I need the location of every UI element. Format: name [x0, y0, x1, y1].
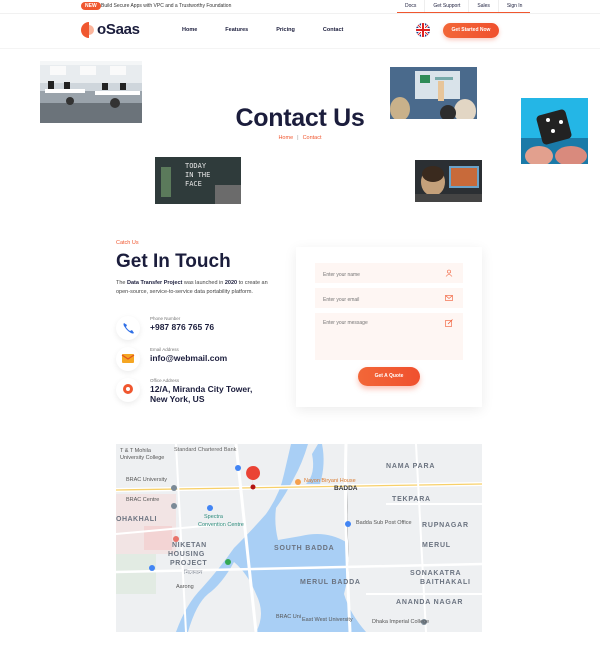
message-input[interactable]: [315, 313, 463, 360]
announcement-text[interactable]: Build Secure Apps with VPC and a Trustwo…: [101, 2, 231, 10]
email-info: Email Address info@webmail.com: [116, 347, 286, 375]
uk-flag-icon[interactable]: [416, 23, 430, 37]
breadcrumb-separator: |: [297, 135, 299, 141]
map-label-mohila: T & T Mohila: [120, 448, 151, 454]
map-label-housing: HOUSING: [168, 551, 205, 558]
map-label-convention: Convention Centre: [198, 522, 244, 528]
map-label-merul: MERUL: [422, 542, 451, 549]
office-info: Office Address 12/A, Miranda City Tower,…: [116, 378, 286, 412]
phone-value[interactable]: +987 876 765 76: [150, 322, 214, 332]
phone-info: Phone Number +987 876 765 76: [116, 316, 286, 344]
get-quote-button[interactable]: Get A Quote: [358, 367, 420, 386]
map-label-merul-badda: MERUL BADDA: [300, 579, 361, 586]
section-intro: The Data Transfer Project was launched i…: [116, 279, 281, 297]
breadcrumb-home[interactable]: Home: [278, 135, 293, 141]
map-label-niketan-bn: নিকেতন: [184, 570, 203, 576]
office-label: Office Address: [150, 378, 180, 383]
nav-features[interactable]: Features: [225, 27, 248, 33]
map-label-brac-university: BRAC University: [126, 477, 167, 483]
intro-strong-2: 2020: [224, 280, 238, 286]
breadcrumb-current: Contact: [302, 135, 322, 141]
svg-text:IN THE: IN THE: [185, 171, 210, 179]
new-badge: NEW: [81, 2, 101, 10]
email-field-wrap: [315, 288, 463, 310]
location-map[interactable]: T & T Mohila University College Standard…: [116, 444, 482, 632]
map-label-rupnagar: RUPNAGAR: [422, 522, 469, 529]
map-label-dhaka-imperial: Dhaka Imperial College: [372, 619, 430, 625]
map-label-sonakatra: SONAKATRA: [410, 570, 462, 577]
map-label-baithakali: BAITHAKALI: [420, 579, 471, 586]
logo-text[interactable]: oSaas: [97, 21, 140, 38]
page-title: Contact Us: [235, 104, 365, 132]
contact-form: Get A Quote: [296, 247, 482, 407]
main-nav: Home Features Pricing Contact: [182, 27, 371, 33]
email-icon: [116, 347, 140, 371]
svg-text:TODAY: TODAY: [185, 162, 207, 170]
map-label-south-badda: SOUTH BADDA: [274, 545, 335, 552]
map-label-badda-post: Badda Sub Post Office: [356, 520, 412, 526]
nav-home[interactable]: Home: [182, 27, 197, 33]
phone-label: Phone Number: [150, 316, 181, 321]
intro-text-2: was launched in: [182, 280, 225, 286]
top-links: Docs Get Support Sales Sign In: [397, 0, 531, 13]
nav-contact[interactable]: Contact: [323, 27, 343, 33]
intro-strong-1: Data Transfer Project: [127, 280, 183, 286]
main-header: oSaas Home Features Pricing Contact Get …: [0, 13, 600, 49]
sign-photo: TODAY IN THE FACE: [155, 157, 241, 204]
name-input[interactable]: [315, 265, 463, 285]
user-icon: [445, 269, 453, 277]
svg-text:FACE: FACE: [185, 180, 202, 188]
map-label-brac-centre: BRAC Centre: [126, 497, 160, 503]
message-field-wrap: [315, 313, 463, 360]
name-field-wrap: [315, 263, 463, 285]
top-link-support[interactable]: Get Support: [424, 0, 468, 12]
logo-mark-icon[interactable]: [81, 22, 95, 38]
map-label-niketan: NIKETAN: [172, 542, 207, 549]
top-link-sales[interactable]: Sales: [468, 0, 498, 12]
map-label-college: University College: [120, 455, 165, 461]
announcement-bar: NEW Build Secure Apps with VPC and a Tru…: [0, 0, 600, 13]
breadcrumb: Home | Contact: [0, 135, 600, 141]
get-started-button[interactable]: Get Started Now: [443, 23, 499, 38]
map-label-badda: BADDA: [334, 485, 358, 492]
email-label: Email Address: [150, 347, 179, 352]
nav-pricing[interactable]: Pricing: [276, 27, 295, 33]
email-value[interactable]: info@webmail.com: [150, 353, 227, 363]
intro-text-1: The: [116, 280, 128, 286]
phone-icon: [116, 316, 140, 340]
section-eyebrow: Catch Us: [116, 240, 139, 246]
map-label-nama-para: NAMA PARA: [386, 463, 436, 470]
map-label-nayon: Nayon Biryani House: [304, 478, 356, 484]
map-label-project: PROJECT: [170, 560, 208, 567]
top-link-docs[interactable]: Docs: [397, 0, 424, 12]
location-icon: [116, 378, 140, 402]
map-label-tekpara: TEKPARA: [392, 496, 431, 503]
top-link-signin[interactable]: Sign In: [497, 0, 531, 12]
envelope-icon: [445, 295, 453, 301]
map-label-aarong: Aarong: [176, 584, 194, 590]
gamer-photo: [415, 160, 482, 202]
map-label-east-west: East West University: [302, 617, 353, 623]
map-label-mohakhali: OHAKHALI: [116, 516, 157, 523]
section-title: Get In Touch: [116, 251, 231, 272]
map-label-standard-chartered: Standard Chartered Bank: [174, 447, 237, 453]
office-value: 12/A, Miranda City Tower, New York, US: [150, 384, 253, 404]
map-label-spectra: Spectra: [204, 514, 223, 520]
map-label-brac-uni: BRAC Uni: [276, 614, 302, 620]
map-label-ananda-nagar: ANANDA NAGAR: [396, 599, 464, 606]
email-input[interactable]: [315, 290, 463, 310]
edit-icon: [445, 319, 453, 327]
